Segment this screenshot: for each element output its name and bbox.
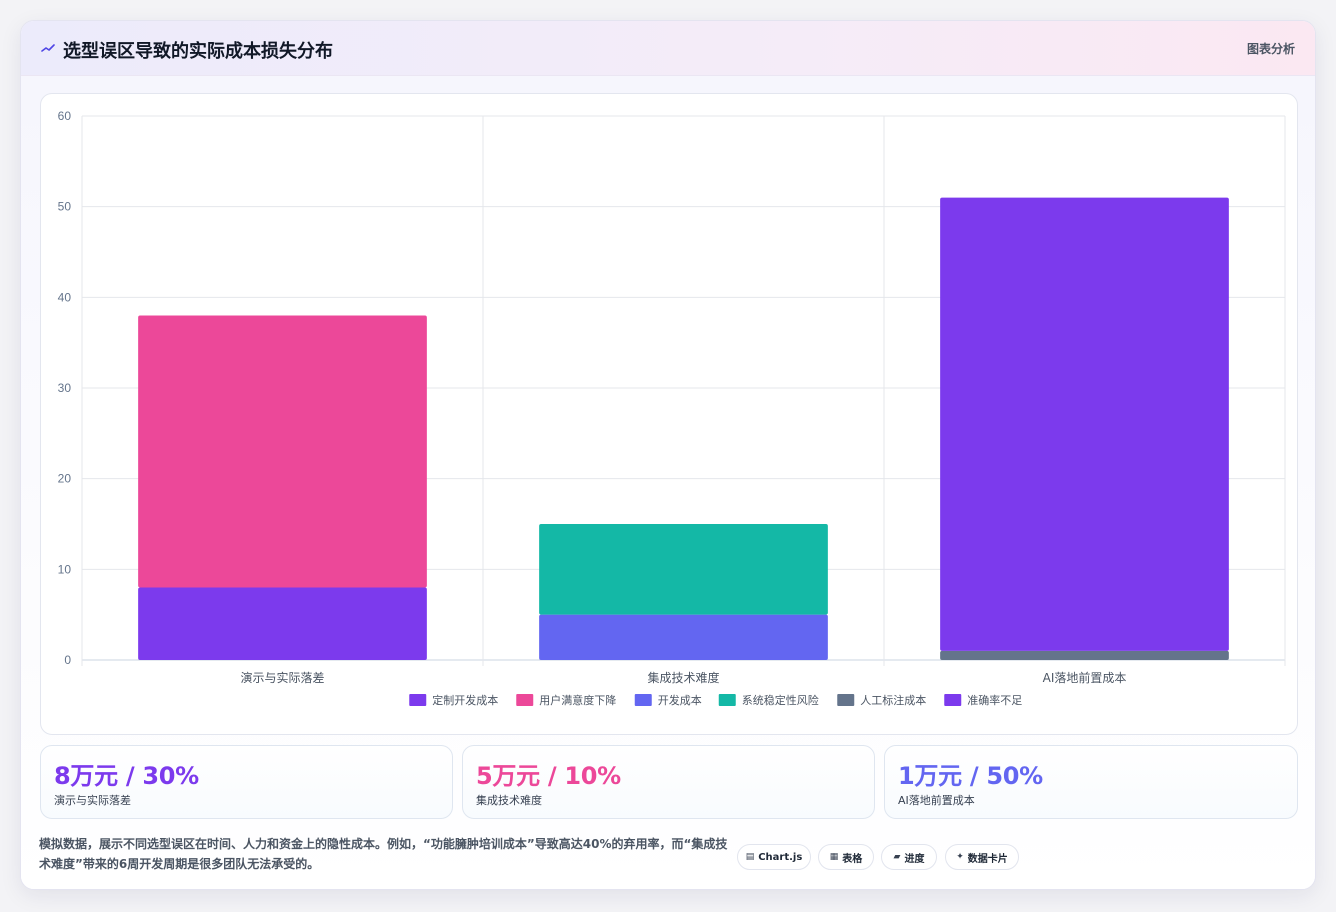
x-tick-label: 演示与实际落差 [240,670,324,685]
bar-segment [940,197,1229,651]
bar-segment [539,614,828,660]
stat-value: 8万元 / 30% [54,762,199,790]
chart-card: 选型误区导致的实际成本损失分布 图表分析 0 10 20 30 40 50 60 演示与实际落… [20,20,1316,890]
stat-label: 演示与实际落差 [54,794,131,807]
chart-panel: 0 10 20 30 40 50 60 演示与实际落差 集成技术难度 AI落地前置成本定制开发成本… [40,93,1298,735]
chart-analysis-label: 图表分析 [1246,42,1295,56]
legend-label: 人工标注成本 [860,693,926,707]
chart-icon: ▤ [745,852,755,862]
bar-segment [940,650,1229,660]
pill-progress[interactable]: ▰ 进度 [881,844,937,870]
pill-label: 进度 [904,853,925,865]
pill-label: 表格 [842,853,863,865]
stat-label: 集成技术难度 [476,794,542,807]
pill-chartjs[interactable]: ▤ Chart.js [737,844,811,870]
legend-label: 系统稳定性风险 [742,693,819,707]
y-tick-label: 60 [58,109,72,123]
y-tick-label: 30 [58,381,72,395]
bar-segment [138,587,427,660]
legend-swatch [409,694,427,706]
legend-swatch [837,694,855,706]
legend-label: 准确率不足 [967,693,1022,707]
page-title: 选型误区导致的实际成本损失分布 [63,41,333,62]
progress-icon: ▰ [893,852,901,862]
y-tick-label: 40 [58,290,72,304]
legend-label: 用户满意度下降 [539,693,616,707]
pill-label: 数据卡片 [967,853,1008,865]
bar-segment [539,524,828,615]
stat-card-demo-gap: 8万元 / 30% 演示与实际落差 [40,745,453,819]
stacked-bar-chart: 0 10 20 30 40 50 60 演示与实际落差 集成技术难度 AI落地前置成本定制开发成本… [58,109,1286,707]
stat-label: AI落地前置成本 [898,794,975,807]
legend-swatch [634,694,652,706]
table-icon: ▦ [829,852,839,862]
legend-swatch [718,694,736,706]
x-tick-label: AI落地前置成本 [1043,670,1127,685]
y-tick-label: 20 [58,472,72,486]
pill-table[interactable]: ▦ 表格 [818,844,874,870]
pill-data-card[interactable]: ✦ 数据卡片 [945,844,1019,870]
sparkle-icon: ✦ [956,852,964,862]
y-tick-label: 0 [64,653,71,667]
y-tick-label: 10 [58,562,72,576]
footnote: 模拟数据，展示不同选型误区在时间、人力和资金上的隐性成本。例如，“功能臃肿培训成… [39,837,728,871]
stat-card-integration: 5万元 / 10% 集成技术难度 [462,745,875,819]
stat-value: 1万元 / 50% [898,762,1043,790]
pill-label: Chart.js [758,851,803,863]
legend-label: 开发成本 [658,693,702,707]
card-header: 选型误区导致的实际成本损失分布 图表分析 [21,21,1315,76]
bar-segment [138,315,427,588]
legend-swatch [944,694,962,706]
sparkline-icon [41,44,55,52]
legend-swatch [516,694,534,706]
stat-card-ai-cost: 1万元 / 50% AI落地前置成本 [884,745,1298,819]
legend-label: 定制开发成本 [432,693,498,707]
y-tick-label: 50 [58,200,72,214]
x-tick-label: 集成技术难度 [647,670,719,685]
stat-value: 5万元 / 10% [476,762,621,790]
